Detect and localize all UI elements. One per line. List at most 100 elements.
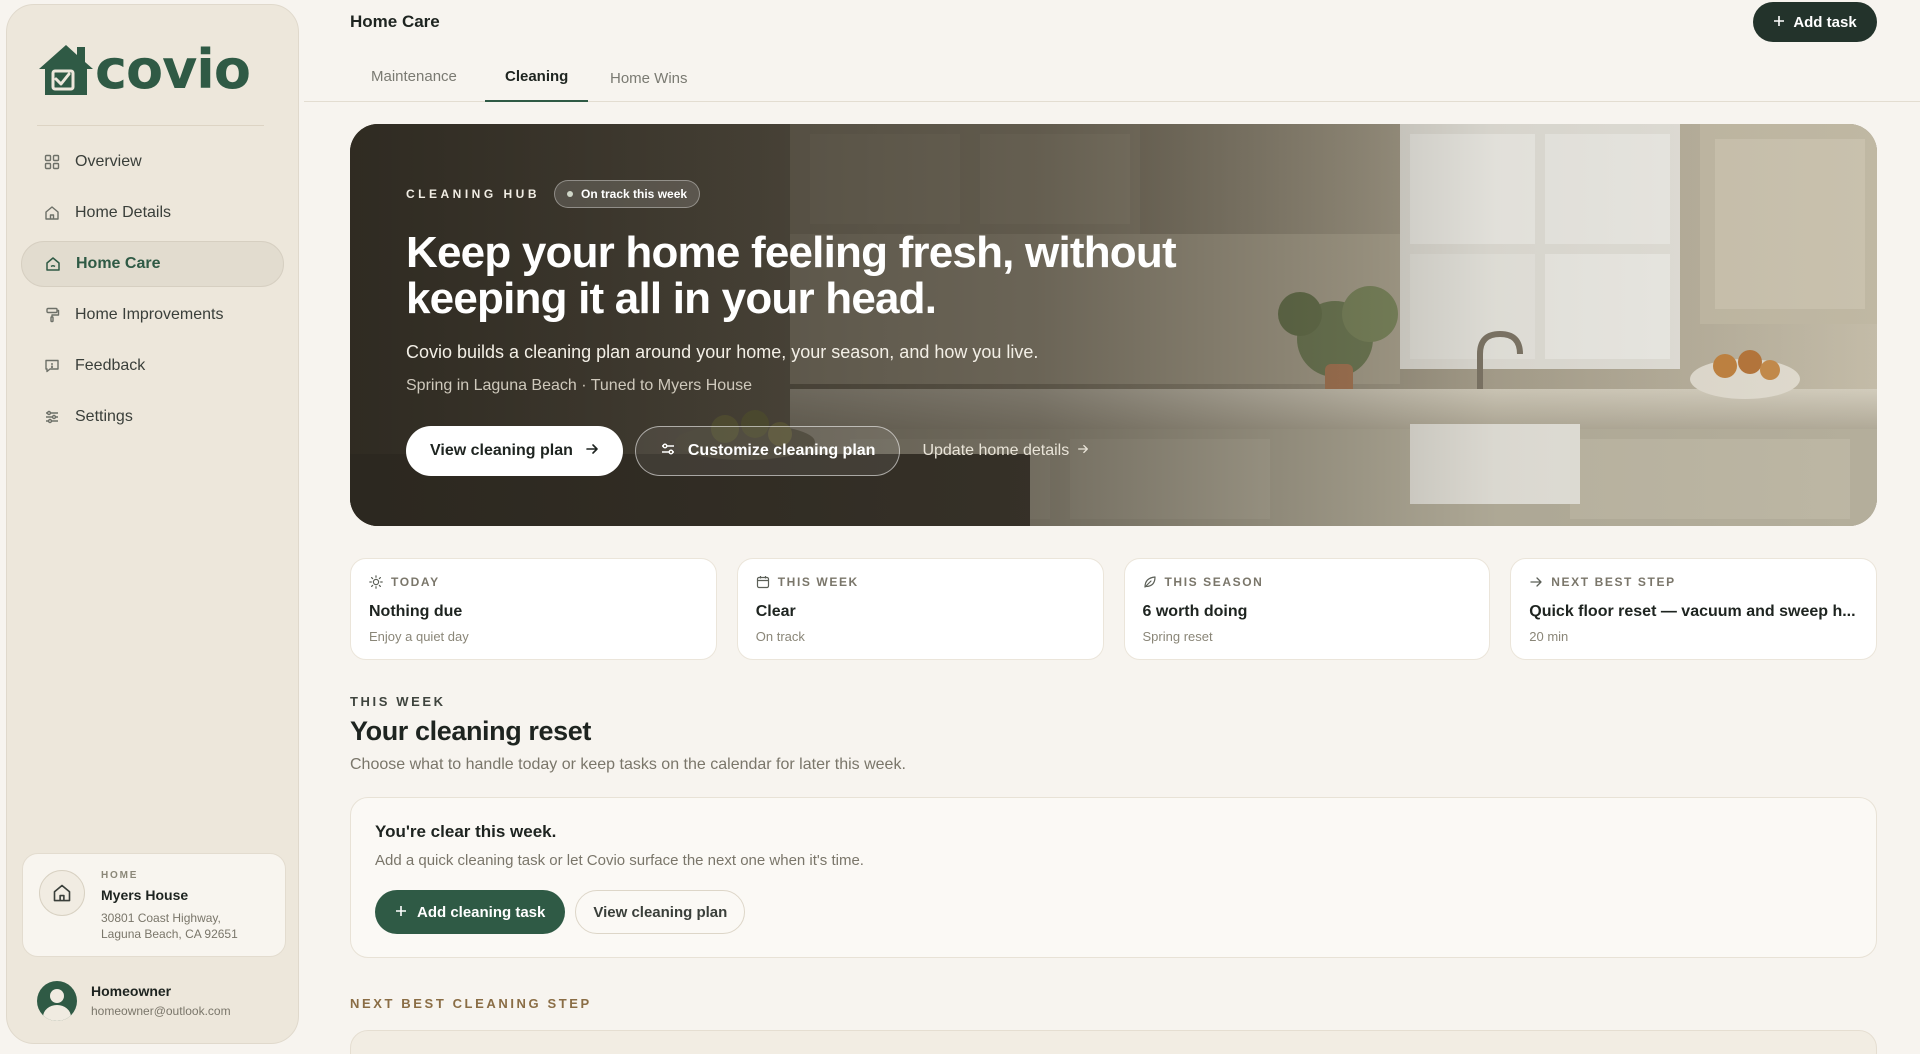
logo-divider (37, 125, 264, 126)
hero-meta: Spring in Laguna Beach · Tuned to Myers … (406, 377, 752, 394)
stat-sub: Enjoy a quiet day (369, 629, 469, 644)
arrow-right-icon (1529, 575, 1543, 589)
stat-kicker: THIS WEEK (756, 575, 1085, 589)
tab-maintenance[interactable]: Maintenance (351, 56, 477, 102)
home-name: Myers House (101, 887, 189, 903)
stat-value: 6 worth doing (1142, 603, 1248, 620)
message-icon (43, 357, 61, 375)
plus-icon (395, 904, 407, 921)
sidebar-item-label: Home Details (75, 204, 172, 221)
tab-bar: Maintenance Cleaning Home Wins (304, 56, 1920, 102)
stat-value: Clear (755, 603, 796, 620)
add-task-label: Add task (1793, 13, 1857, 31)
stat-kicker-label: TODAY (391, 575, 440, 589)
view-cleaning-plan-button[interactable]: View cleaning plan (406, 426, 623, 476)
calendar-icon (756, 575, 770, 589)
stat-card-next-best-step[interactable]: NEXT BEST STEP Quick floor reset — vacuu… (1510, 558, 1877, 660)
stat-value: Nothing due (369, 603, 463, 620)
stat-card-this-week[interactable]: THIS WEEK Clear On track (736, 558, 1104, 660)
status-dot-icon (567, 191, 573, 197)
sidebar-item-settings[interactable]: Settings (21, 394, 284, 440)
view-cleaning-plan-label: View cleaning plan (430, 442, 573, 459)
hero-kicker: CLEANING HUB (406, 187, 540, 201)
user-profile[interactable]: Homeowner homeowner@outlook.com (31, 977, 291, 1023)
house-check-logo-icon (35, 41, 97, 99)
add-cleaning-task-label: Add cleaning task (417, 903, 546, 921)
stat-card-today[interactable]: TODAY Nothing due Enjoy a quiet day (350, 558, 717, 660)
stat-sub: On track (755, 629, 805, 644)
sidebar-item-label: Home Care (76, 255, 161, 272)
sidebar-item-home-care[interactable]: Home Care (21, 241, 284, 287)
clear-card-title: You're clear this week. (375, 822, 557, 841)
user-name: Homeowner (91, 983, 172, 999)
hero-subtitle: Covio builds a cleaning plan around your… (406, 342, 1039, 362)
add-task-button[interactable]: Add task (1753, 2, 1877, 42)
home-address: 30801 Coast Highway, Laguna Beach, CA 92… (101, 910, 271, 942)
house-icon (39, 870, 85, 916)
customize-cleaning-plan-label: Customize cleaning plan (687, 442, 876, 459)
brand-logo[interactable]: covio (35, 38, 251, 101)
home-card-kicker: HOME (101, 870, 139, 881)
sidebar-item-home-details[interactable]: Home Details (21, 190, 284, 236)
clear-card-description: Add a quick cleaning task or let Covio s… (375, 852, 864, 869)
section-description: Choose what to handle today or keep task… (350, 756, 906, 773)
stat-kicker-label: NEXT BEST STEP (1551, 575, 1676, 589)
sidebar-item-label: Feedback (75, 357, 146, 374)
tab-home-wins[interactable]: Home Wins (590, 56, 708, 102)
clear-week-card: You're clear this week. Add a quick clea… (350, 797, 1877, 958)
sidebar-item-label: Settings (75, 408, 133, 425)
stat-kicker-label: THIS SEASON (1164, 575, 1264, 589)
sliders-icon (43, 408, 61, 426)
plus-icon (1773, 14, 1785, 31)
arrow-right-icon (1077, 442, 1089, 460)
grid-icon (43, 153, 61, 171)
stat-kicker: NEXT BEST STEP (1529, 575, 1858, 589)
stat-kicker-label: THIS WEEK (777, 575, 859, 589)
hero-title: Keep your home feeling fresh, without ke… (406, 228, 1177, 323)
user-email: homeowner@outlook.com (91, 1004, 231, 1018)
next-best-step-card[interactable] (350, 1030, 1877, 1054)
stat-sub: Spring reset (1142, 629, 1213, 644)
avatar (37, 981, 77, 1021)
hero-kicker-row: CLEANING HUB On track this week (406, 180, 1306, 208)
add-cleaning-task-button[interactable]: Add cleaning task (375, 890, 566, 934)
leaf-icon (1143, 575, 1157, 589)
stat-kicker: TODAY (369, 575, 698, 589)
hero-content: CLEANING HUB On track this week Keep you… (406, 180, 1306, 395)
update-home-details-label: Update home details (922, 442, 1070, 459)
sun-icon (369, 575, 383, 589)
page-title: Home Care (350, 12, 440, 31)
stat-kicker: THIS SEASON (1143, 575, 1472, 589)
status-badge: On track this week (554, 180, 701, 208)
cleaning-hub-hero: CLEANING HUB On track this week Keep you… (350, 124, 1877, 526)
arrow-right-icon (585, 442, 599, 461)
sidebar-nav: Overview Home Details Home Care Home Imp… (21, 139, 284, 445)
section-kicker: THIS WEEK (350, 694, 446, 709)
hero-actions: View cleaning plan Customize cleaning pl… (406, 426, 1099, 476)
sidebar-item-label: Home Improvements (75, 306, 224, 323)
sidebar-item-overview[interactable]: Overview (21, 139, 284, 185)
house-icon (43, 204, 61, 222)
sidebar-item-feedback[interactable]: Feedback (21, 343, 284, 389)
stat-value: Quick floor reset — vacuum and sweep h..… (1529, 603, 1856, 620)
sidebar: covio Overview Home Details Home Care Ho… (6, 4, 299, 1044)
paint-roller-icon (43, 306, 61, 324)
home-address-line1: 30801 Coast Highway, (101, 911, 221, 925)
section-title: Your cleaning reset (350, 716, 591, 746)
clear-card-actions: Add cleaning task View cleaning plan (375, 890, 746, 934)
update-home-details-link[interactable]: Update home details (912, 426, 1099, 476)
stat-sub: 20 min (1529, 629, 1569, 644)
stat-card-this-season[interactable]: THIS SEASON 6 worth doing Spring reset (1123, 558, 1491, 660)
cleaning-stats: TODAY Nothing due Enjoy a quiet day THIS… (350, 558, 1877, 660)
tab-cleaning[interactable]: Cleaning (485, 56, 589, 102)
sliders-icon (660, 442, 676, 461)
brand-name: covio (95, 38, 251, 101)
sidebar-item-label: Overview (75, 153, 142, 170)
status-badge-label: On track this week (581, 187, 688, 201)
customize-cleaning-plan-button[interactable]: Customize cleaning plan (634, 426, 901, 476)
home-address-line2: Laguna Beach, CA 92651 (101, 927, 238, 941)
next-best-step-kicker: NEXT BEST CLEANING STEP (350, 996, 592, 1011)
sidebar-item-home-improvements[interactable]: Home Improvements (21, 292, 284, 338)
current-home-card[interactable]: HOME Myers House 30801 Coast Highway, La… (22, 853, 286, 957)
view-cleaning-plan-secondary-button[interactable]: View cleaning plan (575, 890, 746, 934)
